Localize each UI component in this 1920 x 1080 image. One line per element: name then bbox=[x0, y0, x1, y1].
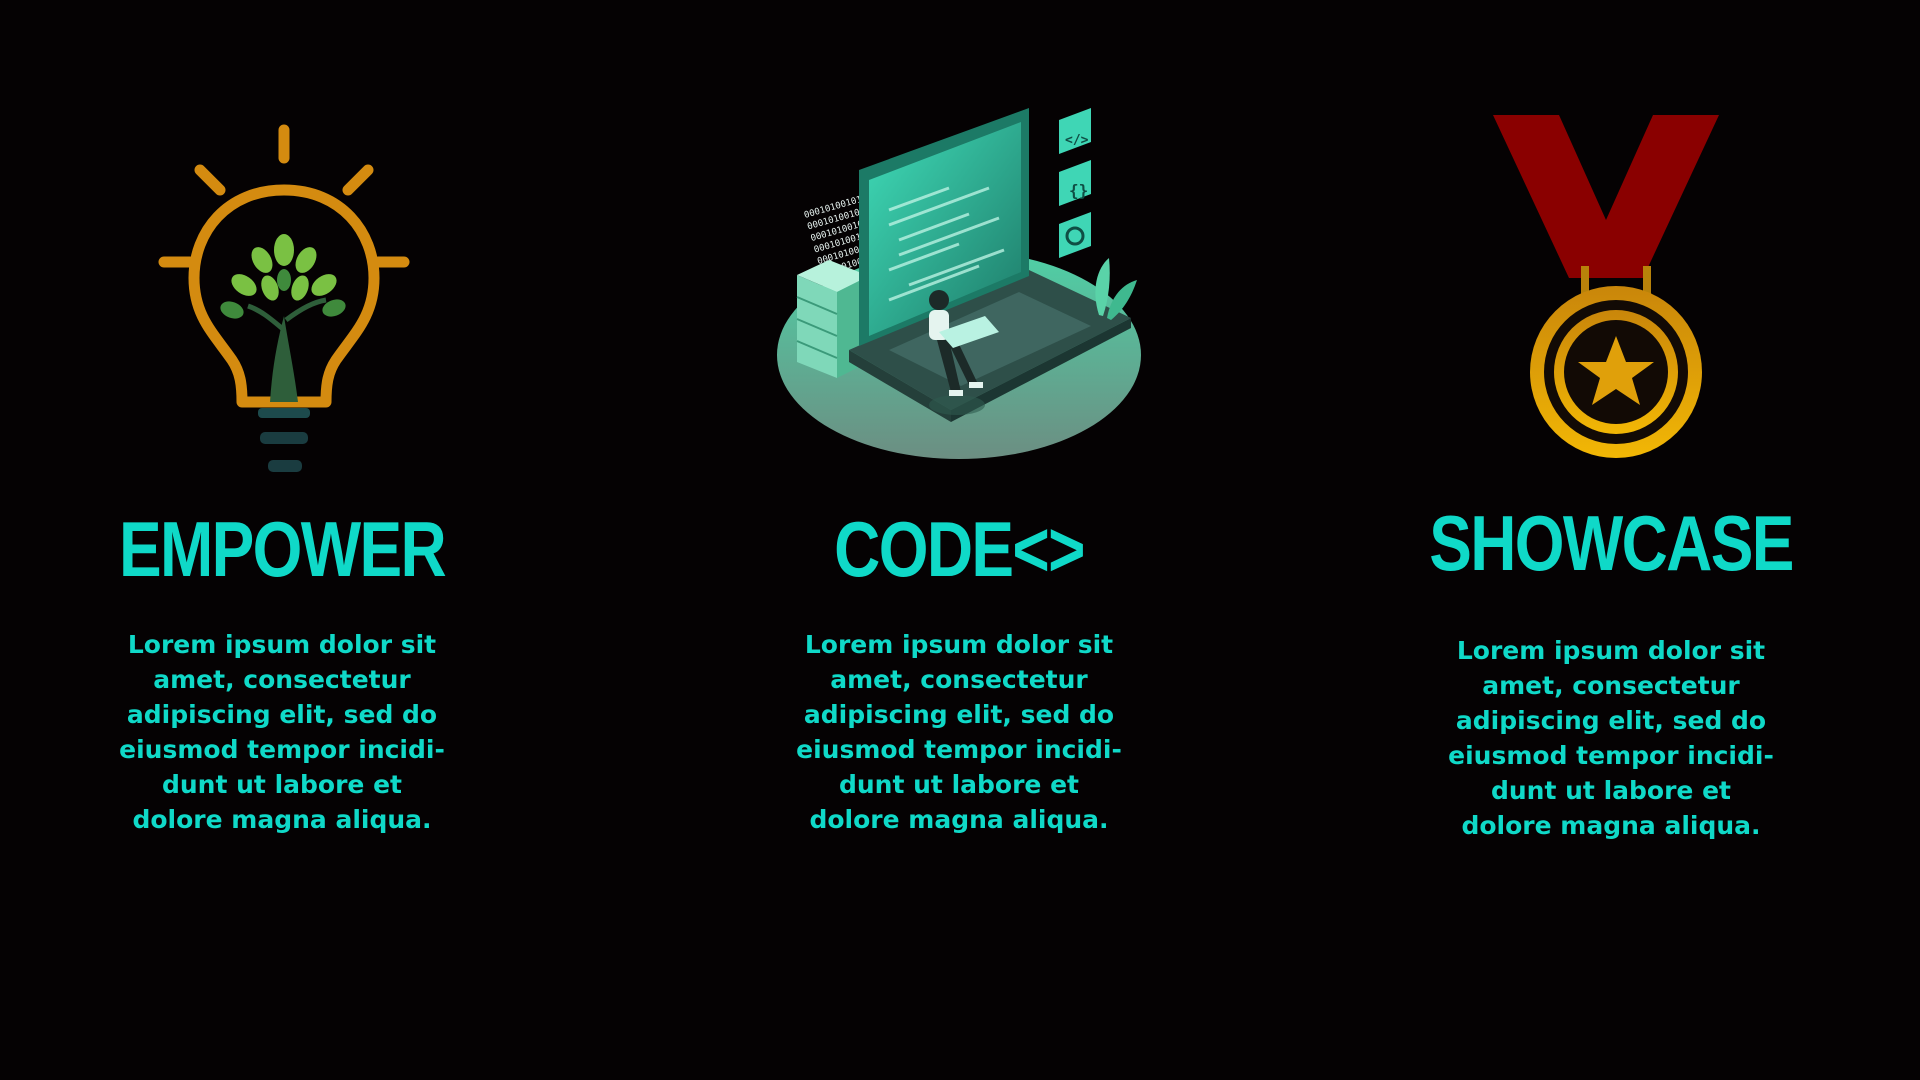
feature-title: EMPOWER bbox=[118, 505, 447, 593]
feature-description: Lorem ipsum dolor sit amet, consectetur … bbox=[119, 630, 445, 834]
isometric-laptop-coder-icon: 0001010010111010111011010100010101 00010… bbox=[777, 108, 1141, 459]
feature-description: Lorem ipsum dolor sit amet, consectetur … bbox=[1448, 636, 1774, 840]
feature-description: Lorem ipsum dolor sit amet, consectetur … bbox=[796, 630, 1122, 834]
code-tag-label: {} bbox=[1069, 181, 1088, 200]
feature-title: SHOWCASE bbox=[1429, 499, 1794, 587]
feature-title: CODE<> bbox=[834, 505, 1085, 593]
lightbulb-tree-icon bbox=[158, 124, 410, 472]
medal-star-icon bbox=[1493, 115, 1719, 458]
code-tag-label: </> bbox=[1065, 133, 1089, 148]
